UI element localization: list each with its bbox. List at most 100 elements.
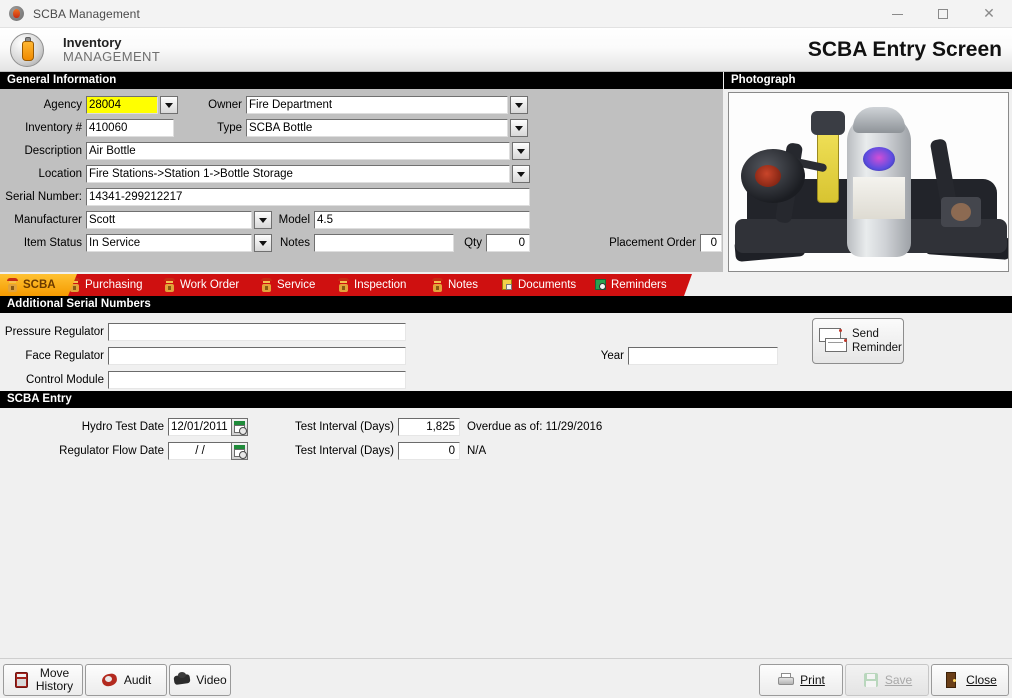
- maximize-button[interactable]: [920, 0, 966, 28]
- photograph-panel: Photograph: [724, 72, 1012, 272]
- tab-label: Service: [277, 279, 316, 291]
- photograph-image[interactable]: [728, 92, 1009, 272]
- air-bottle-icon: [10, 32, 44, 67]
- brand-line-2: MANAGEMENT: [63, 48, 161, 64]
- hydro-test-date-calendar-button[interactable]: [231, 418, 248, 436]
- chevron-down-icon: [259, 240, 267, 246]
- firefighter-icon: [163, 278, 176, 292]
- close-window-button[interactable]: ✕: [966, 0, 1012, 28]
- tab-label: Inspection: [354, 279, 407, 291]
- photograph-header: Photograph: [724, 72, 1012, 89]
- location-dropdown-button[interactable]: [512, 165, 530, 183]
- firefighter-icon: [431, 278, 444, 292]
- hydro-test-interval-input[interactable]: 1,825: [398, 418, 460, 436]
- hydro-test-date-input[interactable]: 12/01/2011: [168, 418, 232, 436]
- tab-documents[interactable]: Documents: [495, 274, 601, 296]
- chevron-down-icon: [515, 102, 523, 108]
- model-input[interactable]: 4.5: [314, 211, 530, 229]
- move-history-button[interactable]: Move History: [3, 664, 83, 696]
- chevron-down-icon: [515, 125, 523, 131]
- regulator-test-interval-input[interactable]: 0: [398, 442, 460, 460]
- tab-notes[interactable]: Notes: [425, 274, 508, 296]
- tab-label: Purchasing: [85, 279, 143, 291]
- tab-service[interactable]: Service: [254, 274, 344, 296]
- page-title: SCBA Entry Screen: [807, 37, 1002, 61]
- control-module-input[interactable]: [108, 371, 406, 389]
- year-input[interactable]: [628, 347, 778, 365]
- window-titlebar: SCBA Management ✕: [0, 0, 1012, 28]
- move-history-line-1: Move: [39, 665, 70, 680]
- owner-label: Owner: [208, 99, 242, 111]
- footer-toolbar: Move History Audit Video Print Save Clos…: [0, 658, 1012, 698]
- printer-icon: [777, 671, 795, 689]
- serial-number-input[interactable]: 14341-299212217: [86, 188, 530, 206]
- send-reminder-button[interactable]: Send Reminder: [812, 318, 904, 364]
- agency-input[interactable]: 28004: [86, 96, 158, 114]
- close-label: Close: [966, 673, 997, 687]
- tab-inspection[interactable]: Inspection: [331, 274, 438, 296]
- model-label: Model: [278, 214, 310, 226]
- item-status-label: Item Status: [23, 237, 82, 249]
- inventory-number-input[interactable]: 410060: [86, 119, 174, 137]
- hydro-test-date-label: Hydro Test Date: [81, 421, 164, 433]
- regulator-flow-date-label: Regulator Flow Date: [59, 445, 164, 457]
- minimize-button[interactable]: [874, 0, 920, 28]
- general-information-panel: General Information Agency 28004 Owner F…: [0, 72, 724, 272]
- regulator-flow-date-calendar-button[interactable]: [231, 442, 248, 460]
- close-button[interactable]: Close: [931, 664, 1009, 696]
- type-dropdown-button[interactable]: [510, 119, 528, 137]
- agency-dropdown-button[interactable]: [160, 96, 178, 114]
- face-regulator-label: Face Regulator: [25, 350, 104, 362]
- item-status-input[interactable]: In Service: [86, 234, 252, 252]
- pressure-regulator-input[interactable]: [108, 323, 406, 341]
- face-regulator-input[interactable]: [108, 347, 406, 365]
- location-input[interactable]: Fire Stations->Station 1->Bottle Storage: [86, 165, 510, 183]
- move-history-label: Move History: [36, 665, 73, 693]
- brand-line-1: Inventory: [63, 34, 122, 50]
- firefighter-icon: [260, 278, 273, 292]
- additional-serial-numbers-header: Additional Serial Numbers: [0, 296, 1012, 313]
- hydro-test-status: Overdue as of: 11/29/2016: [467, 421, 603, 433]
- tab-reminders[interactable]: Reminders: [588, 274, 692, 296]
- general-information-fields: Agency 28004 Owner Fire Department Inven…: [0, 89, 723, 272]
- tab-label: Documents: [518, 279, 577, 291]
- documents-icon: [501, 278, 514, 292]
- chevron-down-icon: [165, 102, 173, 108]
- video-button[interactable]: Video: [169, 664, 231, 696]
- save-button[interactable]: Save: [845, 664, 929, 696]
- firefighter-icon: [337, 278, 350, 292]
- item-status-dropdown-button[interactable]: [254, 234, 272, 252]
- notes-label: Notes: [279, 237, 310, 249]
- send-reminder-line-1: Send: [852, 327, 879, 340]
- tab-strip: SCBA Purchasing Work Order Service Inspe…: [0, 272, 1012, 296]
- qty-input[interactable]: 0: [486, 234, 530, 252]
- manufacturer-input[interactable]: Scott: [86, 211, 252, 229]
- regulator-flow-date-input[interactable]: / /: [168, 442, 232, 460]
- owner-input[interactable]: Fire Department: [246, 96, 508, 114]
- save-label: Save: [884, 673, 913, 687]
- owner-dropdown-button[interactable]: [510, 96, 528, 114]
- regulator-test-status: N/A: [467, 445, 487, 457]
- location-label: Location: [38, 168, 82, 180]
- year-label: Year: [600, 350, 624, 362]
- tab-purchasing[interactable]: Purchasing: [62, 274, 170, 296]
- scba-entry-window: SCBA Management ✕ Inventory MANAGEMENT S…: [0, 0, 1012, 698]
- hydro-test-interval-label: Test Interval (Days): [294, 421, 394, 433]
- video-icon: [173, 671, 191, 689]
- move-history-icon: [13, 671, 31, 689]
- audit-label: Audit: [123, 673, 152, 687]
- tab-label: SCBA: [23, 279, 56, 291]
- description-dropdown-button[interactable]: [512, 142, 530, 160]
- manufacturer-dropdown-button[interactable]: [254, 211, 272, 229]
- type-input[interactable]: SCBA Bottle: [246, 119, 508, 137]
- notes-input[interactable]: [314, 234, 454, 252]
- tab-work-order[interactable]: Work Order: [157, 274, 267, 296]
- type-label: Type: [217, 122, 242, 134]
- print-button[interactable]: Print: [759, 664, 843, 696]
- reminders-icon: [594, 278, 607, 292]
- scba-entry-header: SCBA Entry: [0, 391, 1012, 408]
- description-input[interactable]: Air Bottle: [86, 142, 510, 160]
- audit-button[interactable]: Audit: [85, 664, 167, 696]
- placement-order-input[interactable]: 0: [700, 234, 722, 252]
- tab-scba[interactable]: SCBA: [0, 274, 77, 296]
